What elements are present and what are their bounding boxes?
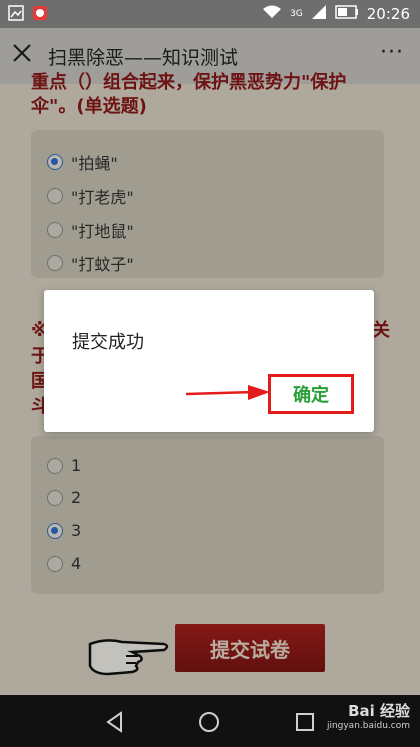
back-icon[interactable] [104, 711, 126, 733]
signal-icon [311, 4, 327, 24]
arrow-icon [186, 385, 270, 400]
status-bar: 3G 20:26 [0, 0, 420, 28]
battery-icon [335, 5, 359, 23]
watermark-url: jingyan.baidu.com [326, 721, 410, 731]
home-icon[interactable] [198, 711, 220, 733]
confirm-button[interactable]: 确定 [271, 377, 351, 411]
huawei-icon [32, 5, 48, 25]
signal-label: 3G [290, 9, 303, 19]
clock: 20:26 [366, 5, 410, 23]
dialog-message: 提交成功 [72, 332, 144, 353]
baidu-watermark: Bai 经验 jingyan.baidu.com [327, 700, 410, 731]
watermark-brand: Bai 经验 [348, 702, 410, 720]
recent-apps-icon[interactable] [294, 711, 316, 733]
success-dialog: 提交成功 确定 [44, 290, 374, 432]
image-notification-icon [8, 5, 24, 25]
highlight-box: 确定 [268, 374, 354, 414]
wifi-icon [262, 4, 282, 24]
